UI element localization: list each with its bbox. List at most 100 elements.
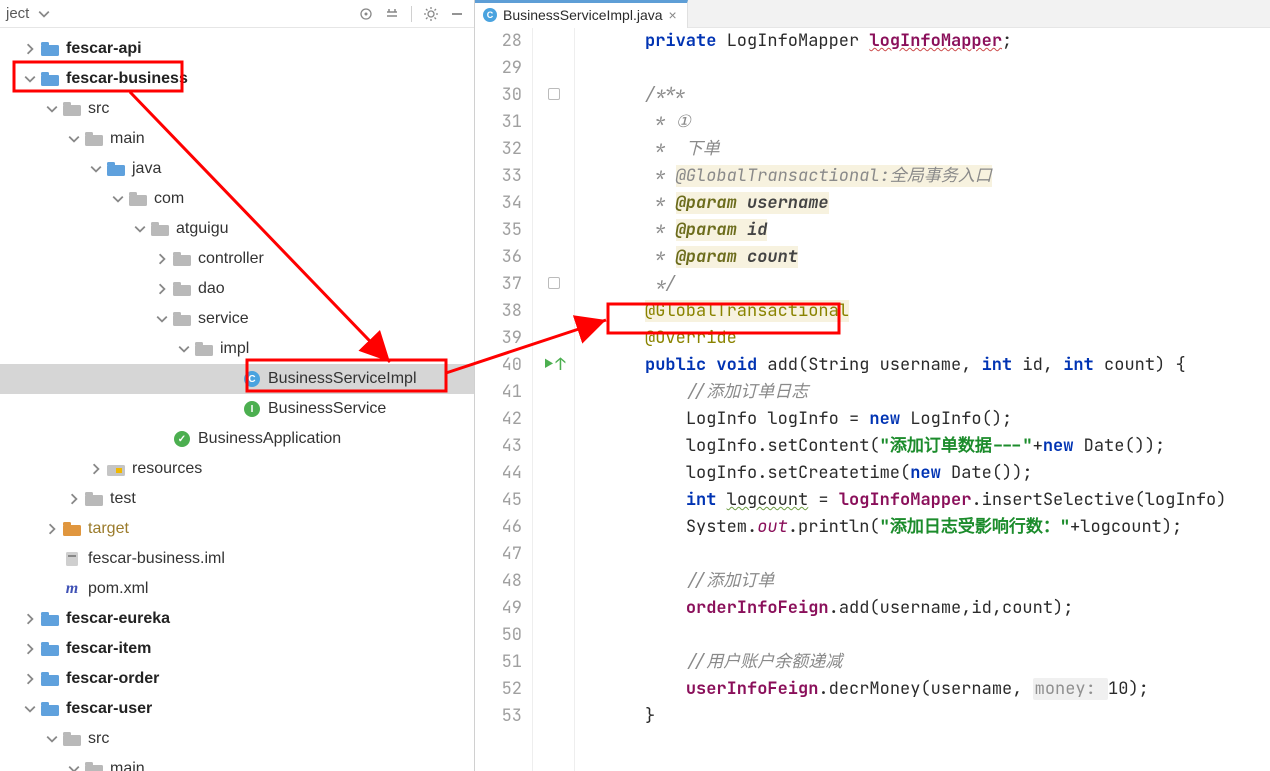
- chevron-down-icon: [132, 221, 148, 237]
- code-line: System.out.println("添加日志受影响行数："+logcount…: [645, 514, 1270, 541]
- code-line: //添加订单日志: [645, 379, 1270, 406]
- chevron-down-icon: [22, 71, 38, 87]
- chevron-right-icon: [154, 251, 170, 267]
- tree-node-main[interactable]: main: [0, 124, 474, 154]
- fold-icon[interactable]: [533, 82, 574, 109]
- source-folder-icon: [106, 160, 126, 178]
- package-icon: [172, 310, 192, 328]
- code-line: @Override: [645, 325, 1270, 352]
- lineno: 44: [475, 460, 522, 487]
- close-icon[interactable]: ×: [669, 7, 677, 23]
- package-icon: [194, 340, 214, 358]
- tree-node-business-service[interactable]: I BusinessService: [0, 394, 474, 424]
- code-line: * @param username: [645, 190, 1270, 217]
- code-line: orderInfoFeign.add(username,id,count);: [645, 595, 1270, 622]
- tree-node-src[interactable]: src: [0, 94, 474, 124]
- tree-node-controller[interactable]: controller: [0, 244, 474, 274]
- tree-node-pom[interactable]: m pom.xml: [0, 574, 474, 604]
- chevron-down-icon: [88, 161, 104, 177]
- interface-icon: I: [242, 400, 262, 418]
- package-icon: [150, 220, 170, 238]
- collapse-all-icon[interactable]: [381, 3, 403, 25]
- chevron-down-icon: [66, 131, 82, 147]
- class-icon: C: [483, 8, 497, 22]
- editor-tabs: C BusinessServiceImpl.java ×: [475, 0, 1270, 28]
- code-line: //添加订单: [645, 568, 1270, 595]
- lineno: 46: [475, 514, 522, 541]
- chevron-right-icon: [66, 491, 82, 507]
- tree-node-dao[interactable]: dao: [0, 274, 474, 304]
- spring-app-icon: ✓: [172, 430, 192, 448]
- tree-node-fescar-eureka[interactable]: fescar-eureka: [0, 604, 474, 634]
- tree-node-service[interactable]: service: [0, 304, 474, 334]
- tree-node-business-service-impl[interactable]: C BusinessServiceImpl: [0, 364, 474, 394]
- chevron-down-icon[interactable]: [33, 3, 55, 25]
- tree-node-com[interactable]: com: [0, 184, 474, 214]
- module-folder-icon: [40, 640, 60, 658]
- minimize-icon[interactable]: [446, 3, 468, 25]
- code-line: * @GlobalTransactional:全局事务入口: [645, 163, 1270, 190]
- code-line: * @param id: [645, 217, 1270, 244]
- lineno: 49: [475, 595, 522, 622]
- tree-node-fescar-item[interactable]: fescar-item: [0, 634, 474, 664]
- code-line: userInfoFeign.decrMoney(username, money:…: [645, 676, 1270, 703]
- lineno: 39: [475, 325, 522, 352]
- tree-node-atguigu[interactable]: atguigu: [0, 214, 474, 244]
- code-line: */: [645, 271, 1270, 298]
- code-line: }: [645, 703, 1270, 730]
- code-line: //用户账户余额递减: [645, 649, 1270, 676]
- tree-node-java[interactable]: java: [0, 154, 474, 184]
- code-line: * @param count: [645, 244, 1270, 271]
- locate-icon[interactable]: [355, 3, 377, 25]
- lineno: 35: [475, 217, 522, 244]
- maven-icon: m: [62, 580, 82, 598]
- code-line: * ①: [645, 109, 1270, 136]
- chevron-down-icon: [154, 311, 170, 327]
- project-tree[interactable]: fescar-api fescar-business src main java: [0, 28, 474, 771]
- code-line: public void add(String username, int id,…: [645, 352, 1270, 379]
- lineno: 38: [475, 298, 522, 325]
- lineno: 42: [475, 406, 522, 433]
- tree-node-main2[interactable]: main: [0, 754, 474, 771]
- code-area[interactable]: private LogInfoMapper logInfoMapper; /**…: [575, 28, 1270, 771]
- lineno: 36: [475, 244, 522, 271]
- tree-node-fescar-api[interactable]: fescar-api: [0, 34, 474, 64]
- tree-node-src2[interactable]: src: [0, 724, 474, 754]
- editor-panel: C BusinessServiceImpl.java × 28 29 30 31…: [475, 0, 1270, 771]
- chevron-down-icon: [110, 191, 126, 207]
- lineno: 33: [475, 163, 522, 190]
- editor-body[interactable]: 28 29 30 31 32 33 34 35 36 37 38 39 40 4…: [475, 28, 1270, 771]
- lineno: 29: [475, 55, 522, 82]
- override-marker-icon[interactable]: ⯈↑: [533, 352, 574, 379]
- tree-node-target[interactable]: target: [0, 514, 474, 544]
- package-icon: [172, 280, 192, 298]
- module-folder-icon: [40, 670, 60, 688]
- tree-node-business-application[interactable]: ✓ BusinessApplication: [0, 424, 474, 454]
- code-line: int logcount = logInfoMapper.insertSelec…: [645, 487, 1270, 514]
- lineno: 32: [475, 136, 522, 163]
- chevron-down-icon: [44, 101, 60, 117]
- module-folder-icon: [40, 610, 60, 628]
- tree-node-fescar-business[interactable]: fescar-business: [0, 64, 474, 94]
- gear-icon[interactable]: [420, 3, 442, 25]
- tab-business-service-impl[interactable]: C BusinessServiceImpl.java ×: [475, 0, 688, 28]
- tree-node-iml[interactable]: fescar-business.iml: [0, 544, 474, 574]
- iml-file-icon: [62, 550, 82, 568]
- chevron-down-icon: [44, 731, 60, 747]
- tree-node-fescar-order[interactable]: fescar-order: [0, 664, 474, 694]
- tab-label: BusinessServiceImpl.java: [503, 7, 663, 23]
- tree-node-resources[interactable]: resources: [0, 454, 474, 484]
- project-tree-header: ject: [0, 0, 474, 28]
- folder-icon: [84, 490, 104, 508]
- chevron-down-icon: [176, 341, 192, 357]
- excluded-folder-icon: [62, 520, 82, 538]
- line-number-gutter: 28 29 30 31 32 33 34 35 36 37 38 39 40 4…: [475, 28, 533, 771]
- fold-icon[interactable]: [533, 271, 574, 298]
- folder-icon: [62, 730, 82, 748]
- tree-node-test[interactable]: test: [0, 484, 474, 514]
- lineno: 41: [475, 379, 522, 406]
- lineno: 43: [475, 433, 522, 460]
- tree-node-impl[interactable]: impl: [0, 334, 474, 364]
- lineno: 28: [475, 28, 522, 55]
- tree-node-fescar-user[interactable]: fescar-user: [0, 694, 474, 724]
